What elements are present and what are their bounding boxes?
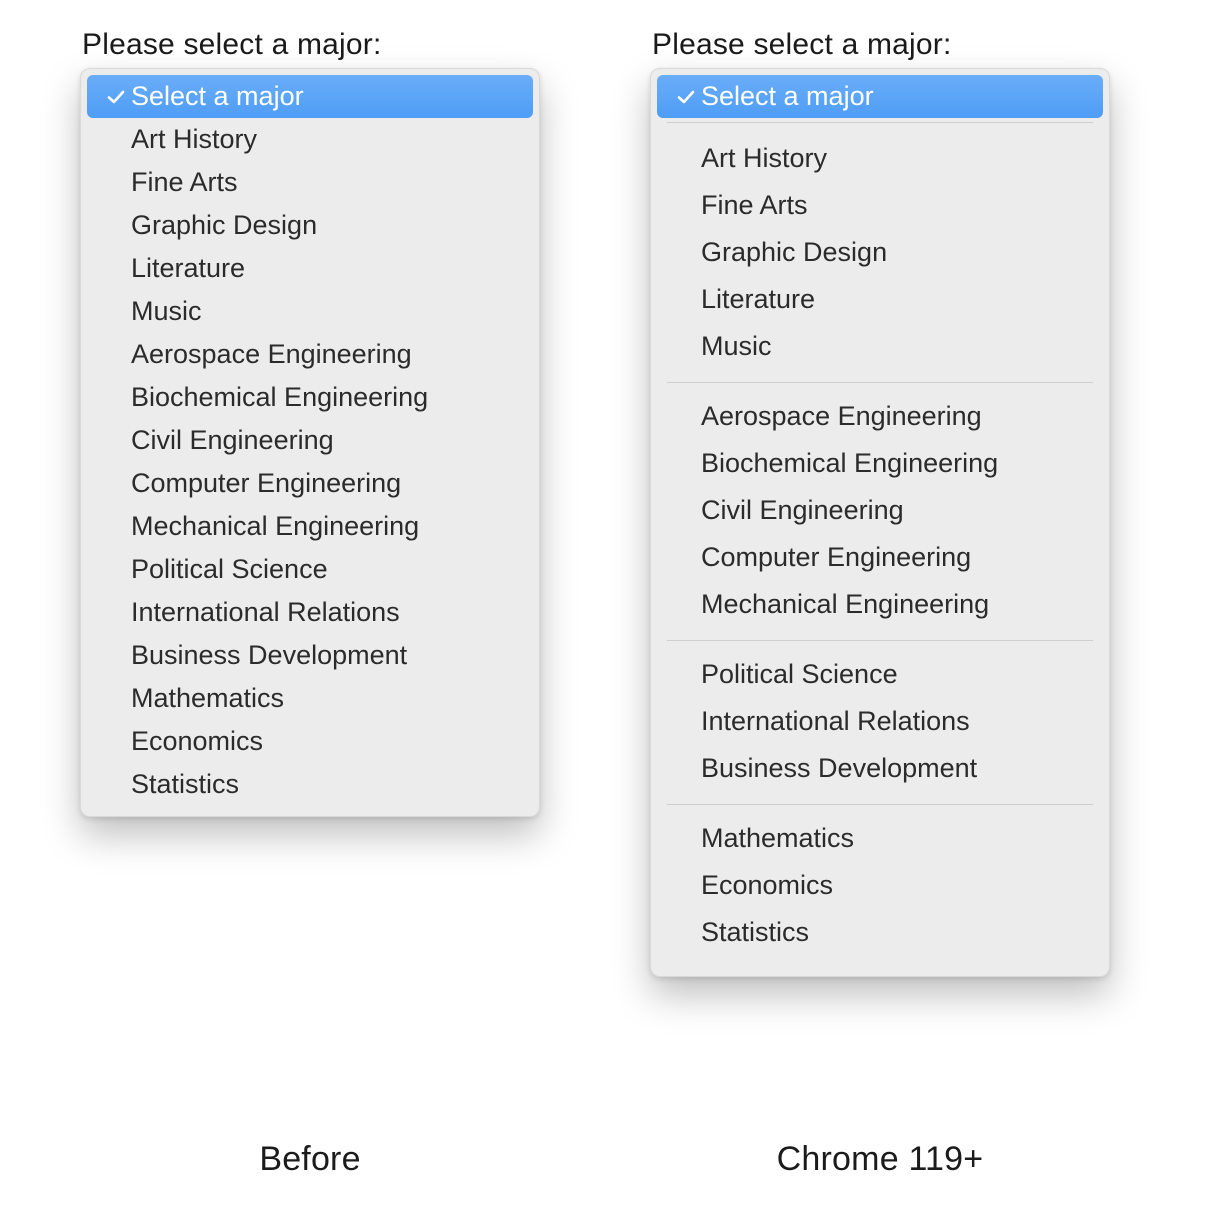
option-label: Select a major bbox=[131, 83, 304, 110]
option-label: Business Development bbox=[701, 755, 977, 782]
option-item[interactable]: Literature bbox=[87, 247, 533, 290]
option-label: International Relations bbox=[701, 708, 970, 735]
option-label: International Relations bbox=[131, 599, 400, 626]
option-label: Literature bbox=[131, 255, 245, 282]
option-label: Business Development bbox=[131, 642, 407, 669]
option-group: Mathematics Economics Statistics bbox=[657, 811, 1103, 962]
option-label: Computer Engineering bbox=[131, 470, 401, 497]
option-item[interactable]: Aerospace Engineering bbox=[87, 333, 533, 376]
option-item[interactable]: Business Development bbox=[657, 745, 1103, 792]
option-item[interactable]: Graphic Design bbox=[657, 229, 1103, 276]
option-item[interactable]: Economics bbox=[87, 720, 533, 763]
comparison-stage: Please select a major: Select a major Ar… bbox=[0, 0, 1205, 1222]
option-item[interactable]: Business Development bbox=[87, 634, 533, 677]
option-group: Political Science International Relations… bbox=[657, 647, 1103, 798]
option-label: Graphic Design bbox=[131, 212, 317, 239]
option-label: Economics bbox=[701, 872, 833, 899]
option-item[interactable]: Graphic Design bbox=[87, 204, 533, 247]
option-item[interactable]: Literature bbox=[657, 276, 1103, 323]
prompt-label-after: Please select a major: bbox=[652, 28, 1170, 62]
before-column: Please select a major: Select a major Ar… bbox=[80, 28, 600, 817]
caption-before: Before bbox=[80, 1140, 540, 1179]
option-item[interactable]: Aerospace Engineering bbox=[657, 393, 1103, 440]
option-item[interactable]: Computer Engineering bbox=[657, 534, 1103, 581]
option-item[interactable]: Music bbox=[87, 290, 533, 333]
after-column: Please select a major: Select a major Ar… bbox=[650, 28, 1170, 977]
option-label: Mechanical Engineering bbox=[131, 513, 419, 540]
option-label: Aerospace Engineering bbox=[701, 403, 982, 430]
option-label: Civil Engineering bbox=[131, 427, 334, 454]
option-item[interactable]: Mathematics bbox=[87, 677, 533, 720]
option-label: Graphic Design bbox=[701, 239, 887, 266]
checkmark-icon bbox=[101, 87, 131, 107]
caption-after: Chrome 119+ bbox=[650, 1140, 1110, 1179]
option-item[interactable]: Mechanical Engineering bbox=[657, 581, 1103, 628]
option-selected-placeholder[interactable]: Select a major bbox=[657, 75, 1103, 118]
option-label: Computer Engineering bbox=[701, 544, 971, 571]
option-item[interactable]: Political Science bbox=[87, 548, 533, 591]
option-item[interactable]: Civil Engineering bbox=[657, 487, 1103, 534]
option-item[interactable]: Art History bbox=[657, 135, 1103, 182]
option-item[interactable]: Civil Engineering bbox=[87, 419, 533, 462]
option-label: Art History bbox=[701, 145, 827, 172]
option-label: Mathematics bbox=[701, 825, 854, 852]
option-groups-after: Art History Fine Arts Graphic Design Litera… bbox=[657, 131, 1103, 962]
option-label: Statistics bbox=[131, 771, 239, 798]
option-label: Political Science bbox=[131, 556, 328, 583]
option-label: Biochemical Engineering bbox=[131, 384, 428, 411]
option-label: Music bbox=[701, 333, 772, 360]
option-label: Biochemical Engineering bbox=[701, 450, 998, 477]
prompt-label-before: Please select a major: bbox=[82, 28, 600, 62]
option-item[interactable]: Political Science bbox=[657, 651, 1103, 698]
group-separator bbox=[667, 122, 1093, 123]
option-group: Aerospace Engineering Biochemical Enginee… bbox=[657, 389, 1103, 634]
group-separator bbox=[667, 382, 1093, 383]
option-selected-placeholder[interactable]: Select a major bbox=[87, 75, 533, 118]
option-label: Select a major bbox=[701, 83, 874, 110]
option-item[interactable]: Economics bbox=[657, 862, 1103, 909]
option-label: Mathematics bbox=[131, 685, 284, 712]
checkmark-icon bbox=[671, 87, 701, 107]
option-item[interactable]: Statistics bbox=[87, 763, 533, 806]
group-separator bbox=[667, 804, 1093, 805]
option-label: Civil Engineering bbox=[701, 497, 904, 524]
option-item[interactable]: Biochemical Engineering bbox=[87, 376, 533, 419]
option-label: Fine Arts bbox=[131, 169, 238, 196]
option-label: Art History bbox=[131, 126, 257, 153]
option-label: Statistics bbox=[701, 919, 809, 946]
select-menu-before[interactable]: Select a major Art History Fine Arts Graph… bbox=[80, 68, 540, 817]
option-item[interactable]: Mathematics bbox=[657, 815, 1103, 862]
select-menu-after[interactable]: Select a major Art History Fine Arts Graph… bbox=[650, 68, 1110, 977]
option-label: Economics bbox=[131, 728, 263, 755]
option-item[interactable]: Fine Arts bbox=[657, 182, 1103, 229]
option-item[interactable]: Mechanical Engineering bbox=[87, 505, 533, 548]
option-label: Aerospace Engineering bbox=[131, 341, 412, 368]
option-item[interactable]: Biochemical Engineering bbox=[657, 440, 1103, 487]
option-item[interactable]: Statistics bbox=[657, 909, 1103, 956]
option-item[interactable]: Art History bbox=[87, 118, 533, 161]
option-group: Art History Fine Arts Graphic Design Litera… bbox=[657, 131, 1103, 376]
option-item[interactable]: Music bbox=[657, 323, 1103, 370]
option-label: Music bbox=[131, 298, 202, 325]
option-item[interactable]: International Relations bbox=[657, 698, 1103, 745]
group-separator bbox=[667, 640, 1093, 641]
option-item[interactable]: Computer Engineering bbox=[87, 462, 533, 505]
option-label: Literature bbox=[701, 286, 815, 313]
option-item[interactable]: International Relations bbox=[87, 591, 533, 634]
option-label: Mechanical Engineering bbox=[701, 591, 989, 618]
option-item[interactable]: Fine Arts bbox=[87, 161, 533, 204]
option-label: Fine Arts bbox=[701, 192, 808, 219]
option-label: Political Science bbox=[701, 661, 898, 688]
option-list-before: Art History Fine Arts Graphic Design Litera… bbox=[87, 118, 533, 806]
